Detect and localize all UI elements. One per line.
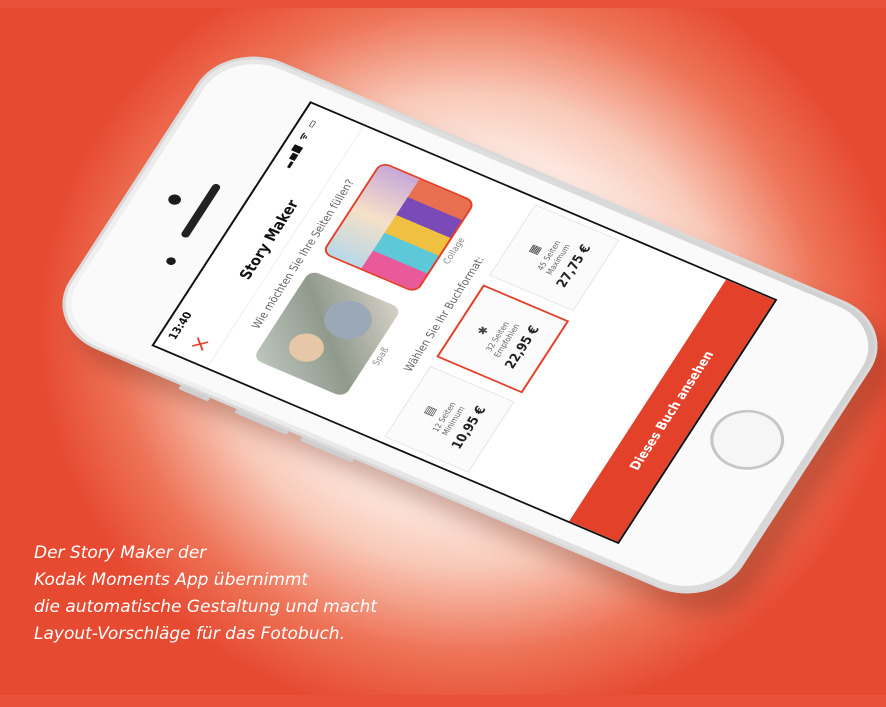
star-icon: ✱	[473, 323, 492, 337]
book-stack-icon: ▦	[524, 242, 544, 257]
proximity-sensor	[164, 255, 178, 267]
caption-line: Der Story Maker der	[34, 543, 207, 563]
caption-line: Layout-Vorschläge für das Fotobuch.	[34, 624, 345, 644]
earpiece-speaker	[179, 182, 222, 239]
caption: Der Story Maker der Kodak Moments App üb…	[34, 540, 454, 648]
book-icon: ▤	[419, 403, 439, 418]
caption-line: die automatische Gestaltung und macht	[34, 597, 378, 617]
top-band	[0, 0, 886, 8]
home-button[interactable]	[697, 399, 798, 481]
front-camera	[166, 192, 184, 207]
caption-line: Kodak Moments App übernimmt	[34, 570, 309, 590]
bottom-band	[0, 695, 886, 707]
close-icon[interactable]: ×	[184, 332, 216, 356]
